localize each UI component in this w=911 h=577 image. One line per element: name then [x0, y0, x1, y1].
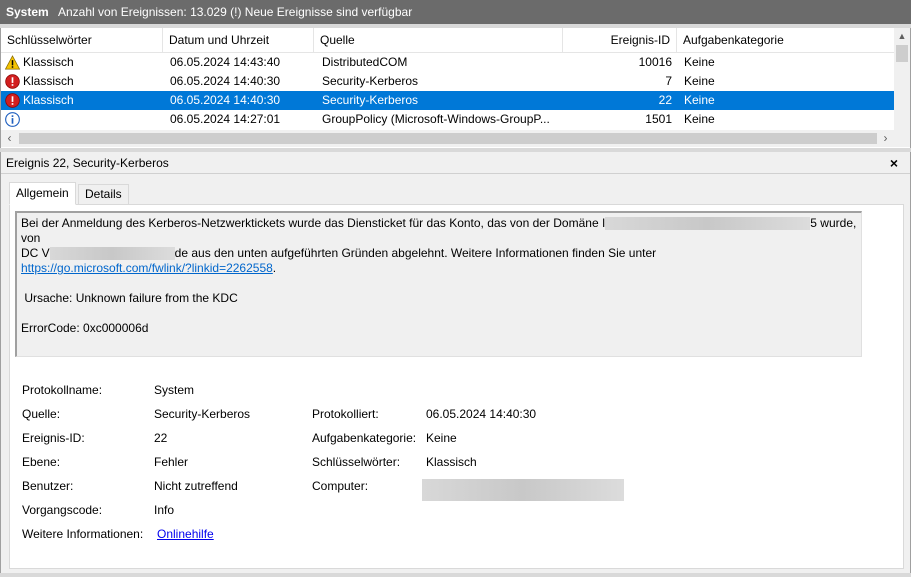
- cell-keywords: Klassisch: [23, 93, 74, 107]
- label-computer: Computer:: [312, 479, 369, 493]
- scrollbar-corner: [894, 130, 910, 147]
- column-header-eventid[interactable]: Ereignis-ID: [563, 28, 677, 53]
- cell-category: Keine: [684, 112, 715, 126]
- cell-keywords: Klassisch: [23, 74, 74, 88]
- fwlink-link[interactable]: https://go.microsoft.com/fwlink/?linkid=…: [21, 261, 273, 275]
- label-logname: Protokollname:: [22, 383, 103, 397]
- table-row[interactable]: 06.05.2024 14:27:01 GroupPolicy (Microso…: [1, 110, 894, 129]
- close-icon[interactable]: ×: [886, 154, 902, 172]
- scroll-right-arrow-icon[interactable]: ›: [877, 130, 894, 147]
- scroll-left-arrow-icon[interactable]: ‹: [1, 130, 18, 147]
- details-title: Ereignis 22, Security-Kerberos: [6, 156, 169, 170]
- event-count-info: Anzahl von Ereignissen: 13.029 (!) Neue …: [58, 5, 413, 19]
- label-user: Benutzer:: [22, 479, 74, 493]
- label-source: Quelle:: [22, 407, 61, 421]
- value-logged: 06.05.2024 14:40:30: [426, 407, 537, 421]
- message-line-2: DC Vde aus den unten aufgeführten Gründe…: [21, 246, 657, 261]
- error-icon: [5, 74, 20, 89]
- message-line-1: Bei der Anmeldung des Kerberos-Netzwerkt…: [21, 216, 860, 245]
- message-line-3: https://go.microsoft.com/fwlink/?linkid=…: [21, 261, 277, 275]
- log-titlebar: System Anzahl von Ereignissen: 13.029 (!…: [0, 0, 911, 24]
- label-eventid: Ereignis-ID:: [22, 431, 85, 445]
- event-details-pane: Ereignis 22, Security-Kerberos × Allgeme…: [0, 152, 911, 573]
- cell-source: Security-Kerberos: [322, 74, 419, 88]
- label-moreinfo: Weitere Informationen:: [22, 527, 144, 541]
- cell-category: Keine: [684, 55, 715, 69]
- vertical-scrollbar[interactable]: ▲: [894, 28, 910, 130]
- value-category: Keine: [426, 431, 457, 445]
- column-header-source[interactable]: Quelle: [314, 28, 563, 53]
- cell-datetime: 06.05.2024 14:43:40: [170, 55, 281, 69]
- cell-category: Keine: [684, 74, 715, 88]
- onlinehilfe-link[interactable]: Onlinehilfe: [157, 527, 214, 541]
- horizontal-scrollbar[interactable]: ‹ ›: [1, 130, 894, 147]
- cell-datetime: 06.05.2024 14:27:01: [170, 112, 281, 126]
- value-eventid: 22: [154, 431, 168, 445]
- cell-eventid: 1501: [645, 112, 672, 126]
- cell-keywords: [23, 110, 163, 129]
- horizontal-scroll-thumb[interactable]: [19, 133, 877, 144]
- label-opcode: Vorgangscode:: [22, 503, 103, 517]
- tab-details[interactable]: Details: [78, 184, 129, 205]
- label-category: Aufgabenkategorie:: [312, 431, 417, 445]
- cell-eventid: 10016: [638, 55, 672, 69]
- cell-source: DistributedCOM: [322, 55, 408, 69]
- info-icon: [5, 112, 20, 127]
- bottom-border: [0, 573, 911, 577]
- column-header-category[interactable]: Aufgabenkategorie: [677, 28, 894, 53]
- message-spacer: [21, 276, 857, 291]
- tab-area: Allgemein Details Bei der Anmeldung des …: [1, 174, 910, 573]
- message-cause: Ursache: Unknown failure from the KDC: [21, 291, 238, 305]
- redacted-dc: [49, 247, 175, 261]
- value-source: Security-Kerberos: [154, 407, 251, 421]
- redacted-computer: [422, 479, 624, 501]
- message-errorcode: ErrorCode: 0xc000006d: [21, 321, 149, 335]
- column-header-datetime[interactable]: Datum und Uhrzeit: [163, 28, 314, 53]
- message-spacer: [21, 306, 857, 321]
- event-list[interactable]: Schlüsselwörter Datum und Uhrzeit Quelle…: [0, 28, 911, 148]
- table-row[interactable]: Klassisch 06.05.2024 14:40:30 Security-K…: [1, 72, 894, 91]
- error-icon: [5, 93, 20, 108]
- value-user: Nicht zutreffend: [154, 479, 238, 493]
- column-header-keywords[interactable]: Schlüsselwörter: [1, 28, 163, 53]
- cell-eventid: 7: [665, 74, 672, 88]
- scroll-up-arrow-icon[interactable]: ▲: [894, 28, 910, 44]
- value-level: Fehler: [154, 455, 189, 469]
- cell-eventid: 22: [658, 93, 672, 107]
- cell-source: Security-Kerberos: [322, 93, 419, 107]
- cell-datetime: 06.05.2024 14:40:30: [170, 93, 281, 107]
- label-level: Ebene:: [22, 455, 61, 469]
- event-message-box[interactable]: Bei der Anmeldung des Kerberos-Netzwerkt…: [15, 211, 862, 357]
- label-keywords: Schlüsselwörter:: [312, 455, 401, 469]
- redacted-domain: [605, 217, 811, 231]
- table-row[interactable]: Klassisch 06.05.2024 14:43:40 Distribute…: [1, 53, 894, 72]
- log-title: System: [6, 5, 49, 19]
- tab-allgemein[interactable]: Allgemein: [9, 182, 76, 205]
- details-header: Ereignis 22, Security-Kerberos ×: [1, 152, 910, 174]
- value-keywords: Klassisch: [426, 455, 477, 469]
- vertical-scroll-thumb[interactable]: [896, 45, 908, 62]
- warning-icon: [5, 55, 20, 70]
- cell-datetime: 06.05.2024 14:40:30: [170, 74, 281, 88]
- value-logname: System: [154, 383, 195, 397]
- label-logged: Protokolliert:: [312, 407, 379, 421]
- cell-source: GroupPolicy (Microsoft-Windows-GroupP...: [322, 112, 550, 126]
- cell-category: Keine: [684, 93, 715, 107]
- cell-keywords: Klassisch: [23, 55, 74, 69]
- table-header: Schlüsselwörter Datum und Uhrzeit Quelle…: [1, 28, 894, 53]
- value-opcode: Info: [154, 503, 175, 517]
- table-row-selected[interactable]: Klassisch 06.05.2024 14:40:30 Security-K…: [1, 91, 894, 110]
